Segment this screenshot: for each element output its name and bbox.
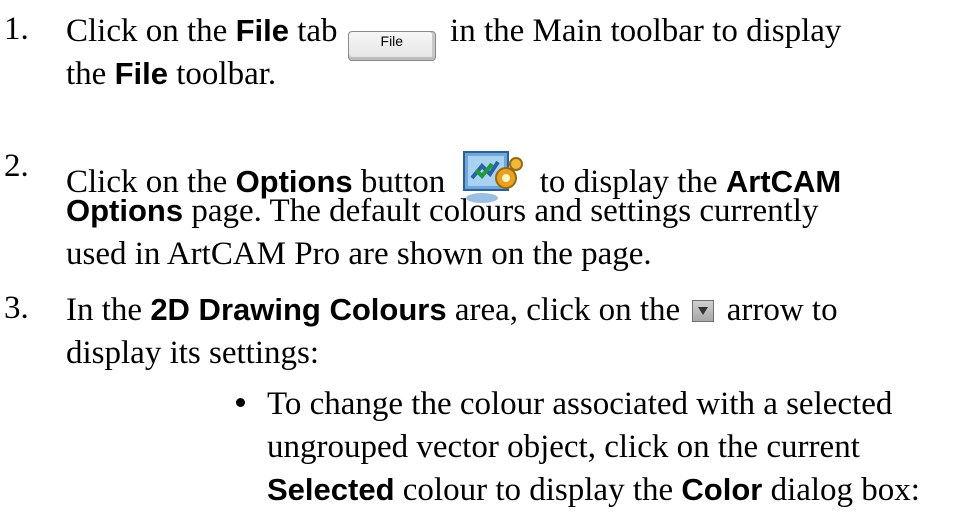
bullet-dot <box>236 398 245 407</box>
text: ungrouped vector object, click on the cu… <box>267 429 860 465</box>
step-1-line-2: the File toolbar. <box>66 54 276 94</box>
file-bold: File <box>114 56 168 91</box>
text: dialog box: <box>762 472 920 508</box>
text: arrow to <box>718 292 838 328</box>
step-3-number: 3. <box>4 290 29 326</box>
text: colour to display the <box>394 472 682 508</box>
step-2-line-3: used in ArtCAM Pro are shown on the page… <box>66 234 652 274</box>
text: Click on the <box>66 13 236 49</box>
file-tab-icon: File <box>347 31 436 61</box>
text: area, click on the <box>446 292 689 328</box>
step-2-line-2: Options page. The default colours and se… <box>66 191 818 231</box>
file-tab-label: File <box>380 33 404 49</box>
text: In the <box>66 292 151 328</box>
text: used in ArtCAM Pro are shown on the page… <box>66 236 652 272</box>
text: To change the colour associated with a s… <box>267 386 893 422</box>
dropdown-arrow-icon <box>692 300 715 322</box>
text: the <box>66 56 115 92</box>
text: in the Main toolbar to display <box>441 13 842 49</box>
bullet-line-1: To change the colour associated with a s… <box>267 384 892 424</box>
step-3-line-2: display its settings: <box>66 333 319 373</box>
bullet-line-3: Selected colour to display the Color dia… <box>267 470 920 510</box>
text: tab <box>288 13 346 49</box>
step-1-number: 1. <box>4 11 29 47</box>
options-bold: Options <box>66 193 184 228</box>
text: toolbar. <box>167 56 277 92</box>
color-bold: Color <box>681 472 763 507</box>
step-3-line-1: In the 2D Drawing Colours area, click on… <box>66 290 838 330</box>
step-2-number: 2. <box>4 148 29 184</box>
text: page. The default colours and settings c… <box>183 193 819 229</box>
text: display its settings: <box>66 335 320 371</box>
bullet-line-2: ungrouped vector object, click on the cu… <box>267 427 860 467</box>
selected-bold: Selected <box>267 472 395 507</box>
file-bold: File <box>235 13 289 48</box>
drawing-colours-bold: 2D Drawing Colours <box>150 292 447 327</box>
